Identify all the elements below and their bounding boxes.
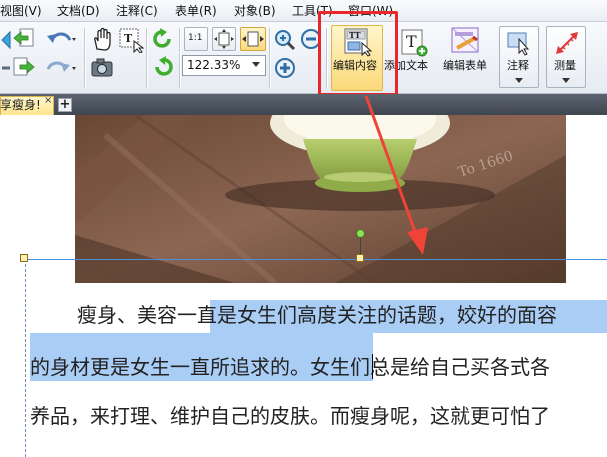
arrow-icon[interactable] bbox=[0, 58, 12, 78]
actual-size-label: 1:1 bbox=[188, 33, 203, 43]
previous-page-icon[interactable] bbox=[12, 27, 36, 51]
zoom-in-magnifier-icon[interactable] bbox=[273, 28, 297, 52]
annotate-icon bbox=[507, 32, 530, 56]
measure-button[interactable]: 测量 bbox=[546, 26, 586, 88]
annotation-highlight-box bbox=[318, 11, 398, 96]
zoom-in-icon[interactable] bbox=[273, 56, 297, 80]
menu-comment[interactable]: 注释(C) bbox=[116, 4, 158, 18]
toolbar-separator bbox=[84, 28, 85, 88]
chevron-down-icon bbox=[515, 78, 523, 83]
undo-icon[interactable] bbox=[44, 28, 78, 50]
menu-document[interactable]: 文档(D) bbox=[57, 4, 100, 18]
left-arrow-icon[interactable] bbox=[0, 28, 12, 52]
measure-label: 测量 bbox=[554, 59, 576, 72]
document-text-selected: 的身材更是女生一直所追求的。女 bbox=[30, 355, 330, 379]
svg-text:T: T bbox=[124, 32, 133, 45]
tab-bar bbox=[0, 94, 607, 115]
document-text-line[interactable]: 养品，来打理、维护自己的皮肤。而瘦身呢，这就更可怕了 bbox=[30, 404, 550, 428]
toolbar-separator bbox=[269, 28, 270, 88]
edit-form-label: 编辑表单 bbox=[443, 59, 487, 72]
chevron-down-icon[interactable] bbox=[252, 62, 260, 67]
document-text-unselected: 生们总是给自己买各式各 bbox=[330, 355, 550, 379]
menu-form[interactable]: 表单(R) bbox=[175, 4, 217, 18]
tab-document-label: 享瘦身! bbox=[0, 98, 41, 112]
select-text-icon[interactable]: T bbox=[118, 27, 144, 53]
annotate-label: 注释 bbox=[507, 59, 529, 72]
chevron-down-icon bbox=[562, 78, 570, 83]
document-text-line[interactable]: 的身材更是女生一直所追求的。女生们总是给自己买各式各 bbox=[30, 355, 550, 379]
fit-page-button[interactable] bbox=[212, 27, 236, 51]
actual-size-button[interactable]: 1:1 bbox=[184, 27, 208, 51]
document-text-selected: 一直是女生们高度关注的话题，姣好的面容 bbox=[177, 303, 557, 327]
fit-width-button[interactable] bbox=[240, 27, 266, 51]
fit-page-icon bbox=[214, 29, 234, 49]
menu-object[interactable]: 对象(B) bbox=[234, 4, 276, 18]
annotate-button[interactable]: 注释 bbox=[499, 26, 539, 88]
document-text-unselected: 养品，来打理、维护自己的皮肤。而瘦身呢，这就更可怕了 bbox=[30, 404, 550, 428]
snapshot-camera-icon[interactable] bbox=[90, 56, 114, 78]
annotation-arrow-icon bbox=[364, 95, 428, 255]
svg-text:T: T bbox=[406, 32, 417, 51]
rotate-clockwise-icon[interactable] bbox=[151, 55, 175, 79]
document-text-line[interactable]: 瘦身、美容一直是女生们高度关注的话题，姣好的面容 bbox=[77, 303, 557, 327]
fit-width-icon bbox=[242, 31, 264, 47]
hand-tool-icon[interactable] bbox=[90, 27, 114, 53]
toolbar-separator bbox=[179, 28, 180, 88]
edit-form-icon[interactable] bbox=[449, 26, 483, 56]
close-icon[interactable]: × bbox=[44, 96, 52, 106]
add-text-icon[interactable]: T bbox=[399, 28, 429, 58]
new-tab-button[interactable]: + bbox=[58, 98, 72, 112]
resize-handle-top-left[interactable] bbox=[20, 254, 28, 262]
menu-view[interactable]: 视图(V) bbox=[0, 4, 42, 18]
rotate-counterclockwise-icon[interactable] bbox=[151, 27, 175, 51]
redo-icon[interactable] bbox=[44, 55, 78, 77]
document-text-unselected: 瘦身、美容 bbox=[77, 303, 177, 327]
zoom-level-value: 122.33% bbox=[187, 58, 241, 72]
text-cursor bbox=[372, 354, 373, 379]
document-photo[interactable]: To 1660 bbox=[75, 115, 566, 283]
next-page-icon[interactable] bbox=[12, 55, 36, 79]
menu-bar: 视图(V) 文档(D) 注释(C) 表单(R) 对象(B) 工具(T) 窗口(W… bbox=[0, 0, 607, 22]
measure-icon bbox=[556, 32, 578, 54]
toolbar-separator bbox=[146, 28, 147, 88]
